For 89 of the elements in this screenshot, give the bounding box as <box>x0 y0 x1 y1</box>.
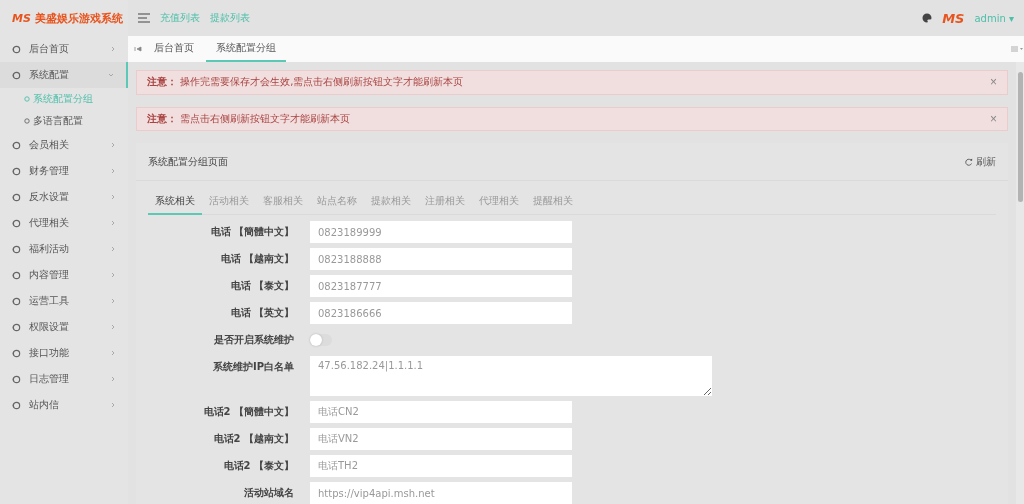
sidebar-item[interactable]: 站内信 <box>0 392 128 418</box>
app-title: 美盛娱乐游戏系统 <box>34 10 123 26</box>
circle-icon <box>12 322 21 332</box>
circle-icon <box>12 374 21 384</box>
input-field[interactable]: 0823189999 <box>310 221 572 243</box>
section-tab[interactable]: 站点名称 <box>310 189 364 215</box>
circle-icon <box>12 166 21 176</box>
input-field[interactable]: 0823187777 <box>310 275 572 297</box>
chevron-icon <box>110 402 116 408</box>
sidebar-subitem[interactable]: 多语言配置 <box>0 110 128 132</box>
circle-icon <box>12 44 21 54</box>
circle-icon <box>12 192 21 202</box>
circle-icon <box>12 218 21 228</box>
circle-icon <box>12 140 21 150</box>
input-field[interactable]: 电话CN2 <box>310 401 572 423</box>
field-label: 电话 【越南文】 <box>219 252 294 266</box>
chevron-icon <box>110 272 116 278</box>
card-title: 系统配置分组页面 <box>148 154 229 169</box>
field-label: 系统维护IP白名单 <box>211 360 294 374</box>
chevron-icon <box>110 350 116 356</box>
field-label: 活动站域名 <box>243 486 294 500</box>
page-tab[interactable]: 后台首页 <box>144 36 204 62</box>
chevron-icon <box>110 194 116 200</box>
circle-icon <box>24 96 30 102</box>
close-button[interactable]: × <box>990 112 997 125</box>
field-label: 电话2 【簡體中文】 <box>202 405 294 419</box>
circle-icon <box>12 400 21 410</box>
circle-icon <box>12 244 21 254</box>
circle-icon <box>12 348 21 358</box>
input-field[interactable]: 0823188888 <box>310 248 572 270</box>
refresh-button[interactable]: 刷新 <box>965 154 996 169</box>
scrollbar-thumb[interactable] <box>1017 72 1023 202</box>
circle-icon <box>12 270 21 280</box>
section-tab[interactable]: 提醒相关 <box>526 189 580 215</box>
input-field[interactable]: https://vip4api.msh.net <box>310 482 572 504</box>
chevron-icon <box>108 72 114 78</box>
sidebar-item[interactable]: 日志管理 <box>0 366 128 392</box>
section-tab[interactable]: 提款相关 <box>364 189 418 215</box>
section-tab[interactable]: 系统相关 <box>148 189 202 215</box>
section-tab[interactable]: 活动相关 <box>202 189 256 215</box>
field-label: 电话2 【越南文】 <box>212 432 294 446</box>
close-button[interactable]: × <box>990 76 997 89</box>
chevron-icon <box>110 168 116 174</box>
chevron-icon <box>110 46 116 52</box>
circle-icon <box>24 118 30 124</box>
section-tab[interactable]: 代理相关 <box>472 189 526 215</box>
user-menu[interactable]: admin ▾ <box>974 12 1014 24</box>
input-field[interactable]: 电话TH2 <box>310 455 572 477</box>
user-logo: MS <box>942 10 965 26</box>
field-label: 电话 【英文】 <box>229 306 294 320</box>
sidebar-item[interactable]: 运营工具 <box>0 288 128 314</box>
chevron-icon <box>110 246 116 252</box>
sidebar-item[interactable]: 福利活动 <box>0 236 128 262</box>
menu-icon[interactable] <box>138 13 150 23</box>
input-field[interactable]: 电话VN2 <box>310 428 572 450</box>
sidebar-item[interactable]: 权限设置 <box>0 314 128 340</box>
sidebar-item[interactable]: 后台首页 <box>0 36 128 62</box>
sidebar-item[interactable]: 接口功能 <box>0 340 128 366</box>
circle-icon <box>12 70 21 80</box>
toggle-switch[interactable] <box>310 334 332 346</box>
sidebar-item[interactable]: 反水设置 <box>0 184 128 210</box>
field-label: 电话2 【泰文】 <box>222 459 294 473</box>
logo: MS <box>12 11 31 25</box>
header-link[interactable]: 充值列表 <box>160 11 200 25</box>
section-tab[interactable]: 注册相关 <box>418 189 472 215</box>
chevron-icon <box>110 220 116 226</box>
sidebar-item[interactable]: 代理相关 <box>0 210 128 236</box>
sidebar-subitem[interactable]: 系统配置分组 <box>0 88 128 110</box>
field-label: 电话 【泰文】 <box>229 279 294 293</box>
section-tab[interactable]: 客服相关 <box>256 189 310 215</box>
header-link[interactable]: 提款列表 <box>210 11 250 25</box>
field-label: 电话 【簡體中文】 <box>209 225 294 239</box>
palette-icon[interactable] <box>922 13 933 23</box>
chevron-icon <box>110 376 116 382</box>
sidebar-item[interactable]: 会员相关 <box>0 132 128 158</box>
alert-text: 注意： 操作完需要保存才会生效,需点击右侧刷新按钮文字才能刷新本页 <box>147 75 465 90</box>
input-field[interactable]: 0823186666 <box>310 302 572 324</box>
sidebar-item[interactable]: 财务管理 <box>0 158 128 184</box>
page-tab[interactable]: 系统配置分组 <box>206 36 286 62</box>
refresh-icon <box>965 157 973 166</box>
chevron-icon <box>110 298 116 304</box>
circle-icon <box>12 296 21 306</box>
textarea-field[interactable]: 47.56.182.24|1.1.1.1 <box>310 356 712 396</box>
sidebar-item[interactable]: 内容管理 <box>0 262 128 288</box>
alert-text: 注意： 需点击右侧刷新按钮文字才能刷新本页 <box>147 111 352 126</box>
field-label: 是否开启系统维护 <box>213 333 294 347</box>
sidebar-item[interactable]: 系统配置 <box>0 62 128 88</box>
chevron-icon <box>110 142 116 148</box>
chevron-icon <box>110 324 116 330</box>
